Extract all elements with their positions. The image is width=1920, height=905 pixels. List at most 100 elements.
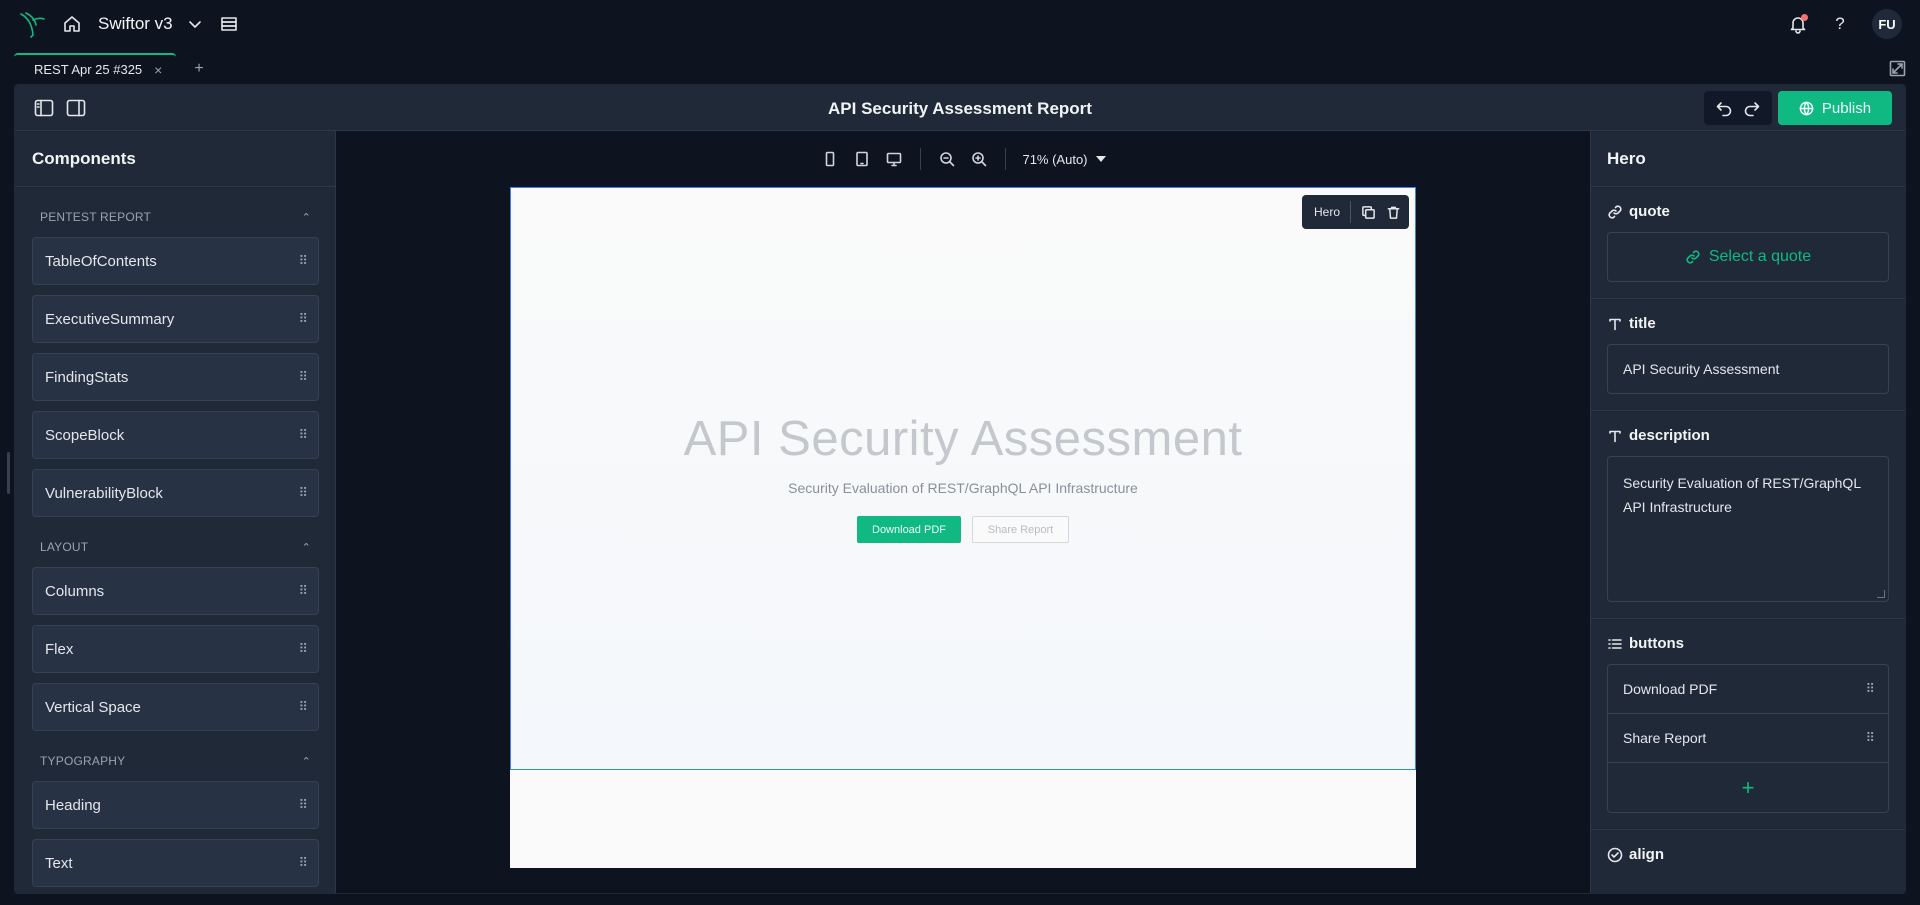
undo-icon[interactable] — [1715, 99, 1733, 117]
canvas-toolbar: 71% (Auto) — [336, 145, 1590, 173]
component-label: Columns — [45, 582, 105, 600]
component-item[interactable]: Columns ⠿ — [32, 567, 319, 615]
tab-label: REST Apr 25 #325 — [34, 62, 143, 77]
download-pdf-button[interactable]: Download PDF — [857, 516, 961, 543]
drag-handle-icon[interactable]: ⠿ — [298, 311, 307, 327]
avatar[interactable]: FU — [1872, 9, 1902, 39]
prop-buttons: buttons Download PDF ⠿ Share Report ⠿ + — [1591, 619, 1905, 830]
text-icon — [1607, 316, 1623, 332]
category-pentest-report[interactable]: PENTEST REPORT ⌃ — [15, 197, 335, 237]
prop-label-text: align — [1629, 846, 1665, 863]
drag-handle-icon[interactable]: ⠿ — [298, 583, 307, 599]
logo-icon[interactable] — [18, 10, 46, 38]
bell-icon[interactable] — [1788, 14, 1808, 34]
app-title[interactable]: Swiftor v3 — [98, 14, 173, 34]
chevron-down-icon[interactable] — [187, 16, 203, 32]
expand-icon[interactable] — [1889, 60, 1906, 77]
category-label: LAYOUT — [40, 540, 89, 554]
publish-button[interactable]: Publish — [1778, 91, 1892, 125]
buttons-list: Download PDF ⠿ Share Report ⠿ + — [1607, 664, 1889, 813]
tab-bar: REST Apr 25 #325 × + — [14, 52, 1906, 84]
prop-label-text: buttons — [1629, 635, 1684, 652]
add-button-item[interactable]: + — [1608, 763, 1888, 812]
resize-handle-icon[interactable] — [1877, 590, 1885, 598]
drag-handle-icon[interactable]: ⠿ — [1865, 730, 1874, 746]
description-textarea[interactable]: Security Evaluation of REST/GraphQL API … — [1607, 456, 1889, 602]
button-item-label: Share Report — [1623, 730, 1707, 746]
prop-align: align — [1591, 830, 1905, 891]
globe-icon — [1799, 101, 1814, 115]
component-item[interactable]: ExecutiveSummary ⠿ — [32, 295, 319, 343]
category-layout[interactable]: LAYOUT ⌃ — [15, 527, 335, 567]
home-icon[interactable] — [62, 14, 82, 34]
zoom-label: 71% (Auto) — [1022, 151, 1088, 167]
button-list-item[interactable]: Download PDF ⠿ — [1608, 665, 1888, 714]
hero-description: Security Evaluation of REST/GraphQL API … — [788, 480, 1138, 496]
zoom-select[interactable]: 71% (Auto) — [1016, 152, 1111, 167]
link-icon — [1686, 250, 1700, 264]
prop-label: align — [1607, 846, 1889, 863]
title-input[interactable]: API Security Assessment — [1607, 344, 1889, 394]
panel-resize-handle[interactable] — [7, 452, 10, 494]
prop-label-text: description — [1629, 427, 1710, 444]
drag-handle-icon[interactable]: ⠿ — [1865, 681, 1874, 697]
add-tab-button[interactable]: + — [194, 53, 203, 84]
component-label: FindingStats — [45, 368, 129, 386]
zoom-out-icon[interactable] — [931, 145, 963, 173]
duplicate-icon[interactable] — [1361, 205, 1376, 220]
component-label: ExecutiveSummary — [45, 310, 175, 328]
link-icon — [1607, 204, 1623, 220]
chevron-up-icon[interactable]: ⌃ — [302, 541, 311, 554]
tab-document[interactable]: REST Apr 25 #325 × — [14, 53, 177, 84]
notification-dot — [1801, 14, 1808, 21]
drag-handle-icon[interactable]: ⠿ — [298, 485, 307, 501]
category-typography[interactable]: TYPOGRAPHY ⌃ — [15, 741, 335, 781]
prop-label-text: quote — [1629, 203, 1670, 220]
components-title: Components — [15, 131, 335, 187]
stack-icon[interactable] — [219, 14, 239, 34]
chevron-up-icon[interactable]: ⌃ — [302, 211, 311, 224]
component-item[interactable]: Flex ⠿ — [32, 625, 319, 673]
mobile-view-icon[interactable] — [814, 145, 846, 173]
drag-handle-icon[interactable]: ⠿ — [298, 797, 307, 813]
component-item[interactable]: FindingStats ⠿ — [32, 353, 319, 401]
publish-label: Publish — [1821, 99, 1872, 117]
component-item[interactable]: Vertical Space ⠿ — [32, 683, 319, 731]
component-item[interactable]: Heading ⠿ — [32, 781, 319, 829]
zoom-in-icon[interactable] — [963, 145, 995, 173]
history-controls — [1704, 91, 1772, 125]
list-icon — [1607, 636, 1623, 652]
hero-block[interactable]: Hero API Security Assessment Security Ev… — [510, 187, 1416, 770]
close-icon[interactable]: × — [154, 62, 162, 78]
drag-handle-icon[interactable]: ⠿ — [298, 641, 307, 657]
canvas-area: 71% (Auto) Hero API Security Assessment … — [336, 131, 1590, 893]
component-label: Flex — [45, 640, 74, 658]
component-item[interactable]: Text ⠿ — [32, 839, 319, 887]
editor: API Security Assessment Report Publish C… — [14, 84, 1906, 894]
component-item[interactable]: TableOfContents ⠿ — [32, 237, 319, 285]
delete-icon[interactable] — [1386, 205, 1401, 220]
redo-icon[interactable] — [1743, 99, 1761, 117]
help-icon[interactable]: ? — [1830, 14, 1850, 34]
share-report-button[interactable]: Share Report — [972, 516, 1069, 543]
component-label: TableOfContents — [45, 252, 157, 270]
prop-label: title — [1607, 315, 1889, 332]
drag-handle-icon[interactable]: ⠿ — [298, 427, 307, 443]
components-panel: Components PENTEST REPORT ⌃ TableOfConte… — [15, 131, 336, 893]
tablet-view-icon[interactable] — [846, 145, 878, 173]
top-bar: Swiftor v3 ? FU — [0, 0, 1920, 48]
properties-panel: Hero quote Select a quote title API Secu… — [1590, 131, 1905, 893]
desktop-view-icon[interactable] — [878, 145, 910, 173]
select-quote-button[interactable]: Select a quote — [1607, 232, 1889, 282]
button-list-item[interactable]: Share Report ⠿ — [1608, 714, 1888, 763]
drag-handle-icon[interactable]: ⠿ — [298, 369, 307, 385]
component-item[interactable]: VulnerabilityBlock ⠿ — [32, 469, 319, 517]
component-item[interactable]: ScopeBlock ⠿ — [32, 411, 319, 459]
drag-handle-icon[interactable]: ⠿ — [298, 253, 307, 269]
drag-handle-icon[interactable]: ⠿ — [298, 699, 307, 715]
chevron-up-icon[interactable]: ⌃ — [302, 755, 311, 768]
block-toolbar-divider — [1350, 201, 1351, 223]
prop-description: description Security Evaluation of REST/… — [1591, 411, 1905, 619]
drag-handle-icon[interactable]: ⠿ — [298, 855, 307, 871]
component-label: Text — [45, 854, 73, 872]
